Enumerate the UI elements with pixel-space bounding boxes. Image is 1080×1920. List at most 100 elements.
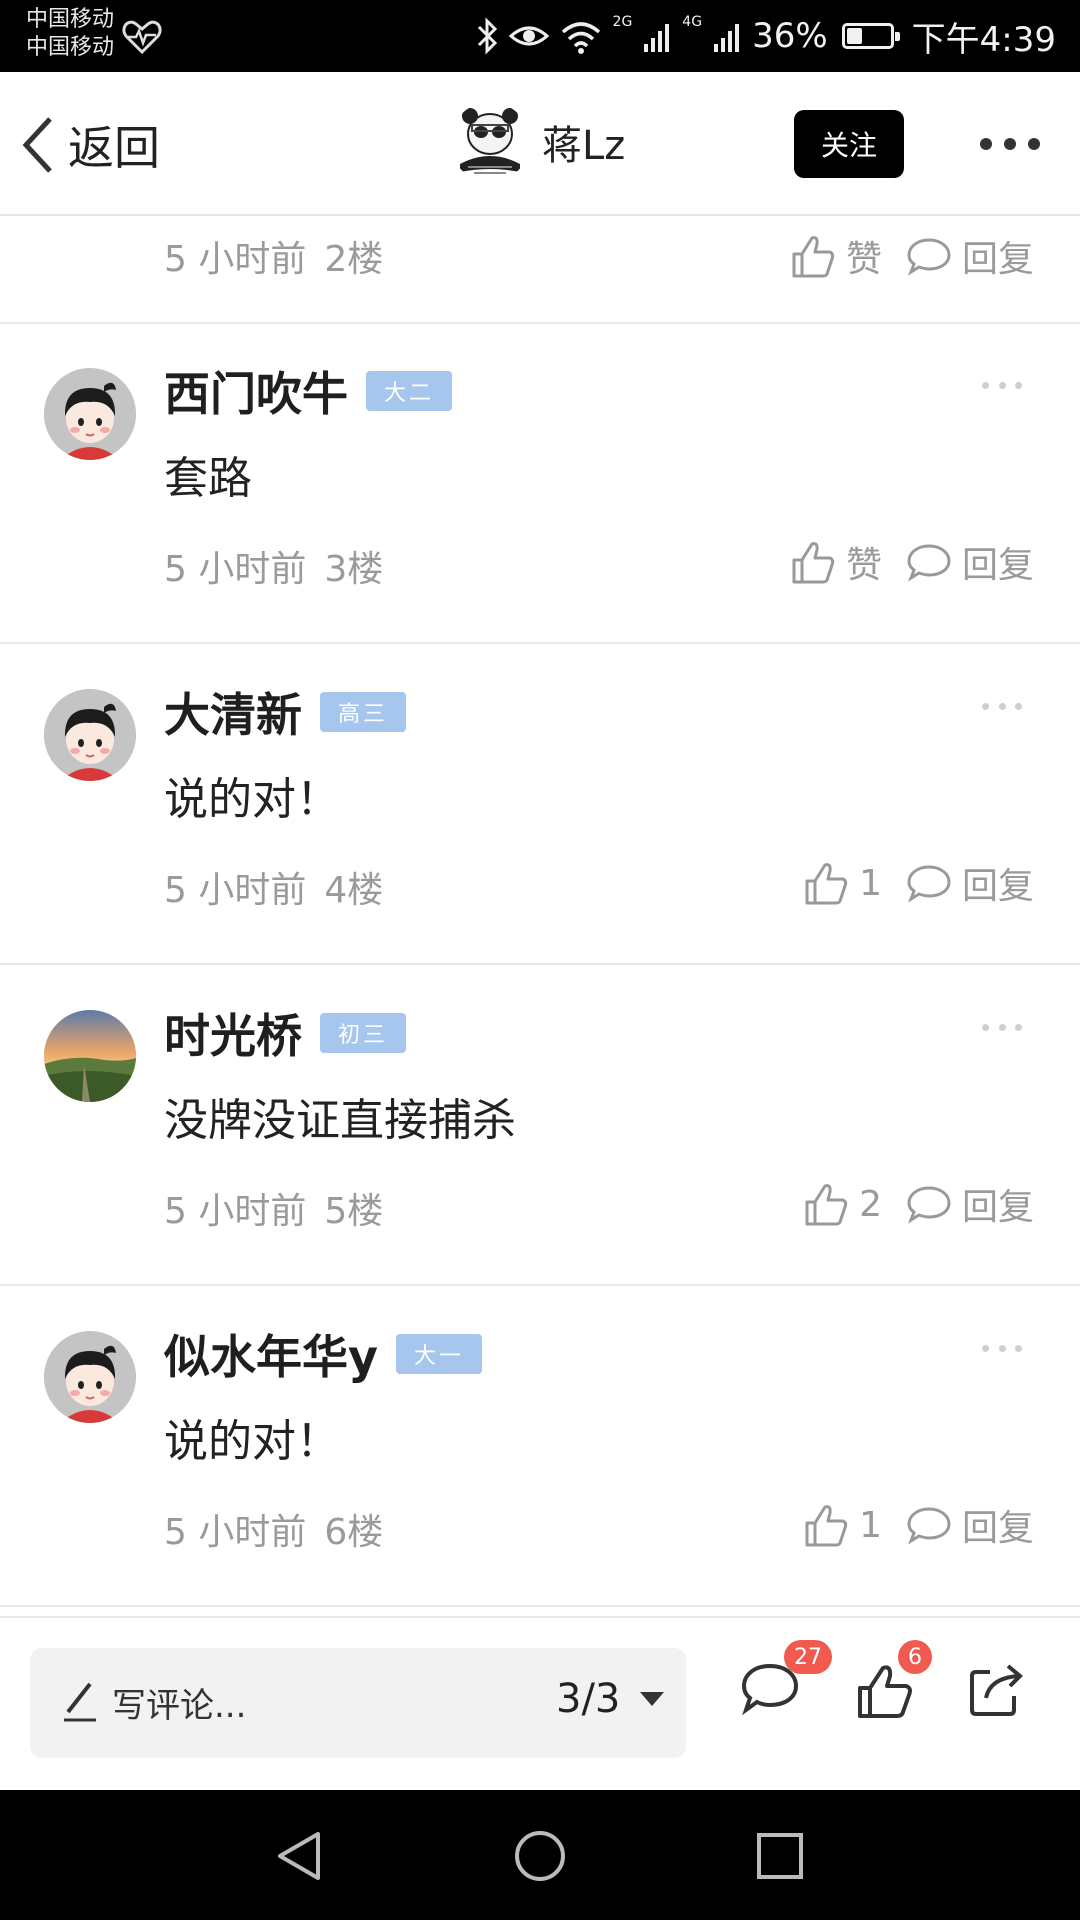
reply-button[interactable]: 回复: [906, 536, 1034, 588]
comment-meta: 5 小时前 6楼: [164, 1503, 383, 1555]
write-comment-input[interactable]: 写评论... 3/3: [30, 1648, 686, 1758]
thumbs-up-icon: [792, 542, 835, 584]
like-button[interactable]: 2: [803, 1180, 882, 1228]
comment-text: 说的对！: [164, 774, 340, 825]
like-button[interactable]: 赞: [790, 536, 882, 588]
pencil-icon: [64, 1682, 96, 1722]
like-count: 1: [859, 1504, 882, 1546]
clock: 下午4:39: [911, 19, 1056, 60]
system-nav-bar: [0, 1790, 1080, 1920]
share-button[interactable]: [968, 1662, 1024, 1722]
panda-meme-avatar-icon: [450, 102, 530, 182]
page-indicator[interactable]: 3/3: [556, 1676, 620, 1722]
comment-time: 5 小时前: [164, 549, 307, 590]
reply-button[interactable]: 回复: [906, 1499, 1034, 1551]
cartoon-avatar-icon: [44, 368, 136, 460]
bluetooth-icon: [477, 17, 497, 55]
landscape-avatar-icon: [44, 1010, 136, 1102]
comment-more-icon[interactable]: [982, 1024, 1022, 1034]
reply-label: 回复: [961, 545, 1034, 586]
reply-button[interactable]: 回复: [906, 230, 1034, 282]
like-count: 1: [859, 862, 882, 904]
comment-text: 没牌没证直接捕杀: [164, 1095, 516, 1146]
comment-more-icon[interactable]: [982, 703, 1022, 713]
nav-back-icon[interactable]: [270, 1826, 330, 1886]
comment-placeholder: 写评论...: [112, 1686, 247, 1726]
caret-down-icon[interactable]: [640, 1692, 664, 1706]
grade-badge: 大二: [366, 371, 453, 411]
commenter-name-row: 似水年华y 大一: [164, 1321, 483, 1387]
commenter-name[interactable]: 西门吹牛: [164, 358, 348, 424]
carrier-labels: 中国移动 中国移动: [26, 6, 114, 62]
comment-item[interactable]: 西门吹牛 大二 套路 5 小时前 3楼 赞 回复: [0, 324, 1080, 644]
carrier-1: 中国移动: [26, 7, 115, 32]
speech-bubble-icon: [907, 1507, 951, 1545]
reply-label: 回复: [961, 239, 1034, 280]
reply-button[interactable]: 回复: [906, 1178, 1034, 1230]
chevron-left-icon: [22, 117, 52, 173]
comment-item[interactable]: 时光桥 初三 没牌没证直接捕杀 5 小时前 5楼 2 回复: [0, 966, 1080, 1286]
comment-floor: 6楼: [324, 1512, 384, 1553]
back-label: 返回: [68, 121, 160, 175]
commenter-avatar[interactable]: [44, 1331, 136, 1423]
network-2g-label: 2G: [612, 14, 633, 30]
author-avatar[interactable]: [450, 102, 530, 182]
comment-time: 5 小时前: [164, 239, 307, 280]
back-button[interactable]: 返回: [20, 112, 160, 178]
nav-recents-icon[interactable]: [750, 1826, 810, 1886]
comment-actions: 1 回复: [803, 1497, 1034, 1553]
speech-bubble-icon: [907, 865, 951, 903]
comment-time: 5 小时前: [164, 1512, 307, 1553]
status-icons: 2G 4G 36% 下午4:39: [475, 0, 1056, 72]
comment-text: 套路: [164, 453, 252, 504]
reply-label: 回复: [961, 866, 1034, 907]
bottom-comment-bar: 写评论... 3/3 27 6: [0, 1616, 1080, 1790]
network-4g-label: 4G: [682, 14, 703, 30]
commenter-avatar[interactable]: [44, 1010, 136, 1102]
comment-meta: 5 小时前 4楼: [164, 861, 383, 913]
more-options-icon[interactable]: [980, 132, 1040, 156]
carrier-2: 中国移动: [26, 35, 115, 60]
comment-floor: 2楼: [324, 239, 384, 280]
thumbs-up-icon: [792, 236, 835, 278]
like-button[interactable]: 赞: [790, 230, 882, 282]
grade-badge: 大一: [396, 1334, 483, 1374]
commenter-name[interactable]: 时光桥: [164, 1000, 302, 1066]
commenter-name-row: 大清新 高三: [164, 679, 407, 745]
follow-button[interactable]: 关注: [794, 110, 904, 178]
commenter-avatar[interactable]: [44, 368, 136, 460]
comment-actions: 赞 回复: [790, 534, 1034, 590]
speech-bubble-icon: [907, 1186, 951, 1224]
cartoon-avatar-icon: [44, 689, 136, 781]
commenter-name-row: 时光桥 初三: [164, 1000, 407, 1066]
eye-comfort-icon: [508, 26, 549, 46]
comment-count-badge: 27: [784, 1640, 832, 1674]
nav-home-icon[interactable]: [510, 1826, 570, 1886]
commenter-name[interactable]: 大清新: [164, 679, 302, 745]
comment-actions: 1 回复: [803, 855, 1034, 911]
like-post-button[interactable]: 6: [856, 1640, 932, 1724]
like-button[interactable]: 1: [803, 859, 882, 907]
like-count: 赞: [845, 545, 882, 586]
reply-button[interactable]: 回复: [906, 857, 1034, 909]
grade-badge: 初三: [320, 1013, 407, 1053]
author-name: 蒋Lz: [542, 123, 626, 169]
header: 返回 蒋Lz 关注: [0, 72, 1080, 216]
author-info[interactable]: 蒋Lz: [450, 102, 625, 182]
commenter-avatar[interactable]: [44, 689, 136, 781]
commenter-name[interactable]: 似水年华y: [164, 1321, 378, 1387]
comment-time: 5 小时前: [164, 870, 307, 911]
commenter-name-row: 西门吹牛 大二: [164, 358, 453, 424]
speech-bubble-icon: [907, 238, 951, 276]
comment-item[interactable]: 似水年华y 大一 说的对！ 5 小时前 6楼 1 回复: [0, 1287, 1080, 1607]
comment-time: 5 小时前: [164, 1191, 307, 1232]
battery-percent: 36%: [752, 16, 828, 56]
comment-item[interactable]: 大清新 高三 说的对！ 5 小时前 4楼 1 回复: [0, 645, 1080, 965]
wifi-icon: [561, 22, 600, 54]
comments-button[interactable]: 27: [740, 1640, 832, 1720]
like-button[interactable]: 1: [803, 1501, 882, 1549]
grade-badge: 高三: [320, 692, 407, 732]
comment-more-icon[interactable]: [982, 382, 1022, 392]
comment-more-icon[interactable]: [982, 1345, 1022, 1355]
comment-floor: 5楼: [324, 1191, 384, 1232]
